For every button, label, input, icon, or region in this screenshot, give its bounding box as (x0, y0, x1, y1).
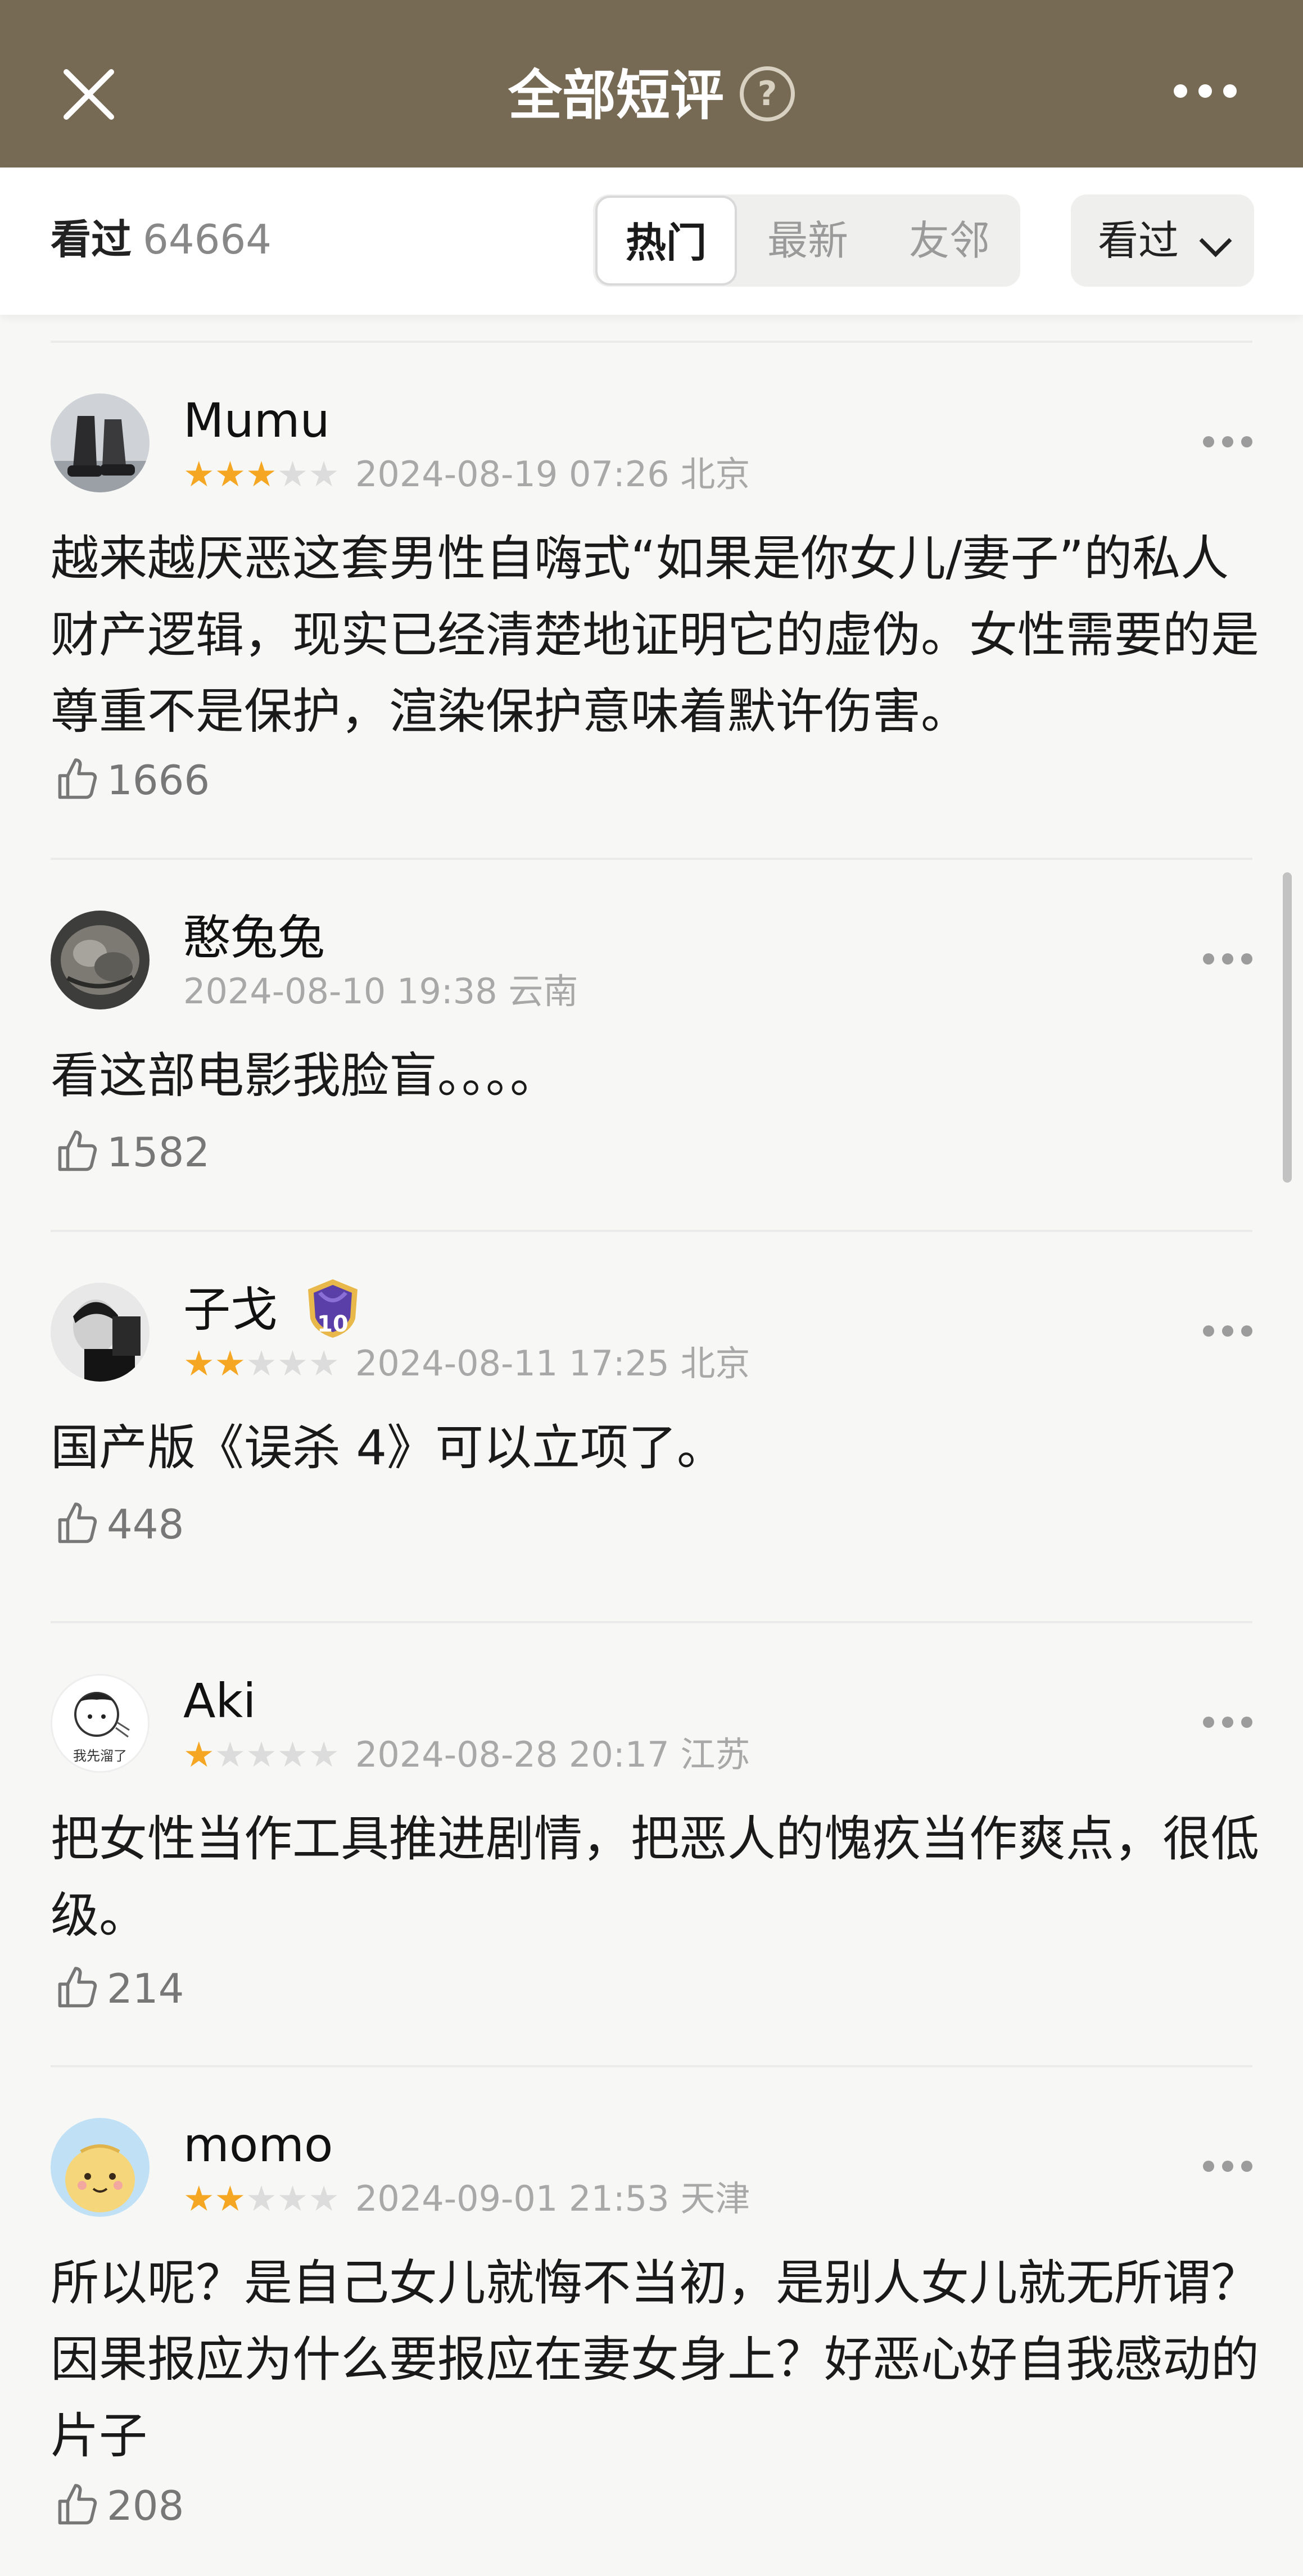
page-title: 全部短评? (0, 56, 1303, 135)
comment-time: 2024-08-19 07:26 (355, 454, 669, 495)
seen-count-number: 64664 (143, 216, 272, 263)
comment-more-icon[interactable] (1195, 436, 1252, 450)
rating-stars: ★★★★★ (183, 1343, 340, 1384)
like-count: 448 (107, 1501, 184, 1548)
tab-hot[interactable]: 热门 (595, 196, 737, 286)
rating-stars: ★★★★★ (183, 454, 340, 495)
help-icon[interactable]: ? (740, 66, 795, 121)
divider (51, 858, 1252, 860)
like-button[interactable]: 1582 (54, 1124, 210, 1180)
comment-text: 所以呢？是自己女儿就悔不当初，是别人女儿就无所谓？因果报应为什么要报应在妻女身上… (51, 2255, 1259, 2464)
avatar[interactable]: 我先溜了 (51, 1674, 150, 1773)
scrollbar[interactable] (1283, 872, 1292, 1183)
rating-stars: ★★★★★ (183, 1734, 340, 1775)
like-button[interactable]: 1666 (54, 752, 210, 808)
like-count: 1582 (107, 1129, 210, 1176)
comment-text: 国产版《误杀 4》可以立项了。 (51, 1420, 726, 1476)
comment-meta: ★★★★★ 2024-08-11 17:25 北京 (183, 1341, 750, 1386)
avatar[interactable] (51, 2118, 150, 2217)
comment-more-icon[interactable] (1195, 953, 1252, 967)
avatar-caption: 我先溜了 (73, 1748, 127, 1764)
like-count: 208 (107, 2482, 184, 2529)
dropdown-label: 看过 (1098, 217, 1179, 264)
username[interactable]: 憨兔兔 (183, 909, 325, 966)
like-button[interactable]: 448 (54, 1496, 184, 1552)
comment-time: 2024-08-11 17:25 (355, 1343, 669, 1384)
comment-text: 越来越厌恶这套男性自嗨式“如果是你女儿/妻子”的私人财产逻辑，现实已经清楚地证明… (51, 531, 1259, 740)
like-count: 1666 (107, 757, 210, 804)
like-count: 214 (107, 1965, 184, 2012)
level-badge-text: 10 (317, 1311, 349, 1337)
thumbs-up-icon (58, 1130, 97, 1171)
seen-filter-dropdown[interactable]: 看过 (1071, 194, 1254, 287)
avatar[interactable] (51, 393, 150, 492)
comment-location: 江苏 (680, 1734, 750, 1775)
avatar[interactable] (51, 911, 150, 1009)
username[interactable]: Mumu (183, 392, 330, 449)
comment-time: 2024-08-28 20:17 (355, 1734, 669, 1775)
like-button[interactable]: 214 (54, 1961, 184, 2017)
comment-location: 天津 (680, 2178, 750, 2219)
thumbs-up-icon (58, 758, 97, 799)
chevron-down-icon (1199, 224, 1232, 257)
comment-text: 把女性当作工具推进剧情，把恶人的愧疚当作爽点，很低级。 (51, 1811, 1259, 1944)
divider (51, 1230, 1252, 1232)
username[interactable]: 子戈 (183, 1282, 278, 1338)
seen-count: 看过 64664 (51, 211, 272, 268)
comment-meta: ★★★★★ 2024-08-28 20:17 江苏 (183, 1732, 750, 1777)
thumbs-up-icon (58, 1502, 97, 1543)
comment-meta: ★★★★★ 2024-08-19 07:26 北京 (183, 452, 750, 497)
more-options-icon[interactable] (1162, 84, 1237, 100)
top-nav-bar: 全部短评? (0, 0, 1303, 167)
username[interactable]: Aki (183, 1673, 256, 1729)
divider (51, 1621, 1252, 1623)
tab-latest[interactable]: 最新 (737, 194, 879, 287)
username[interactable]: momo (183, 2117, 333, 2173)
rating-stars: ★★★★★ (183, 2178, 340, 2219)
comment-more-icon[interactable] (1195, 1717, 1252, 1730)
comment-meta: 2024-08-10 19:38 云南 (183, 969, 578, 1014)
like-button[interactable]: 208 (54, 2478, 184, 2534)
page-title-text: 全部短评 (508, 64, 724, 127)
tab-friends[interactable]: 友邻 (879, 194, 1020, 287)
comment-time: 2024-09-01 21:53 (355, 2178, 669, 2219)
thumbs-up-icon (58, 2484, 97, 2525)
comment-more-icon[interactable] (1195, 2161, 1252, 2174)
sort-tabs: 热门 最新 友邻 (593, 194, 1020, 287)
divider (51, 2065, 1252, 2067)
comment-location: 云南 (508, 971, 578, 1012)
comment-time: 2024-08-10 19:38 (183, 971, 497, 1012)
thumbs-up-icon (58, 1967, 97, 2008)
comment-more-icon[interactable] (1195, 1325, 1252, 1339)
comment-location: 北京 (680, 454, 750, 495)
filter-bar: 看过 64664 热门 最新 友邻 看过 (0, 167, 1303, 315)
comment-location: 北京 (680, 1343, 750, 1384)
divider (51, 341, 1252, 343)
seen-count-label: 看过 (51, 216, 132, 263)
comment-text: 看这部电影我脸盲。。。。 (51, 1048, 558, 1104)
avatar[interactable] (51, 1283, 150, 1382)
comment-meta: ★★★★★ 2024-09-01 21:53 天津 (183, 2176, 750, 2221)
